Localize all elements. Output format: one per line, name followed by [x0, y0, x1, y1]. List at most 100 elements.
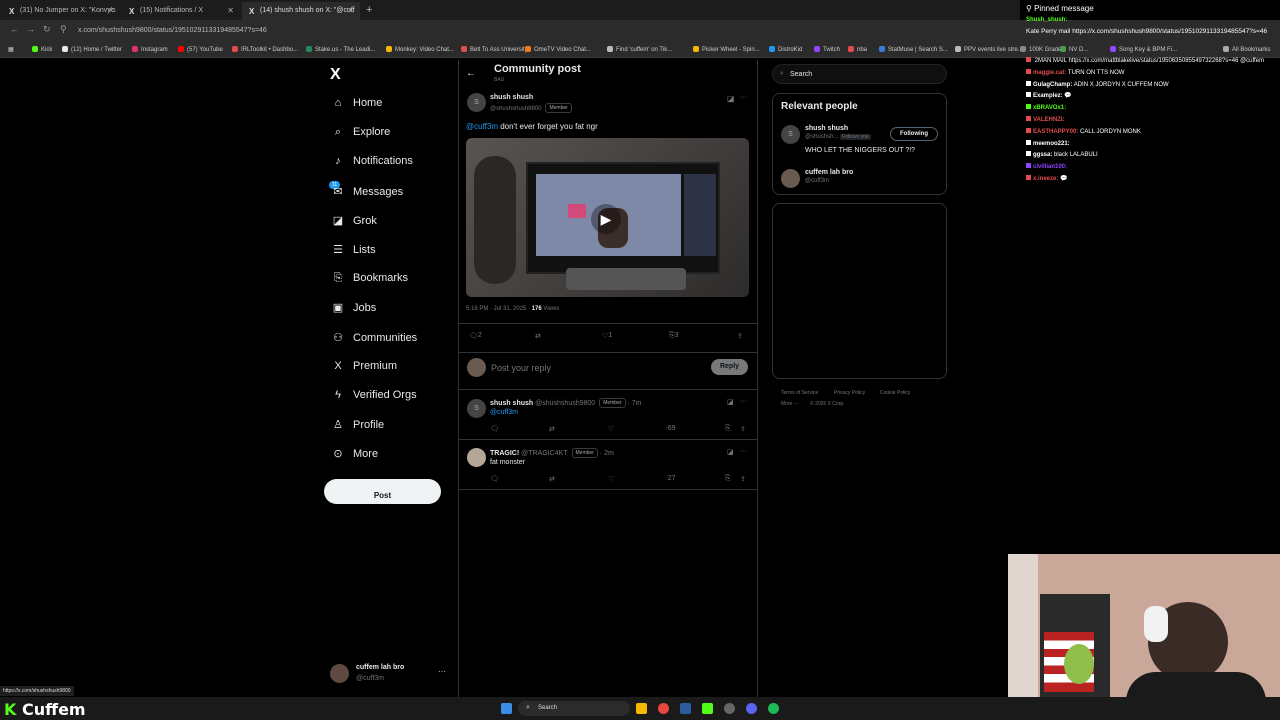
account-switcher[interactable]: cuffem lah bro @cuff3m ···: [330, 662, 450, 686]
footer-link[interactable]: Terms of Service: [781, 390, 818, 396]
avatar[interactable]: [781, 169, 800, 188]
footer-link[interactable]: Cookie Policy: [880, 390, 910, 396]
reply-icon[interactable]: 🗨︎: [490, 425, 499, 433]
bookmark-item[interactable]: nba: [848, 46, 867, 53]
reply-icon[interactable]: 🗨︎ 2: [469, 332, 482, 340]
views-icon[interactable]: ⫶ 27: [666, 475, 676, 483]
author-name[interactable]: TRAGIC!: [490, 450, 519, 457]
forward-arrow-icon[interactable]: →: [26, 24, 35, 34]
obs-icon[interactable]: [724, 703, 735, 714]
nav-item-home[interactable]: ⌂ Home: [330, 97, 383, 119]
steam-icon[interactable]: [680, 703, 691, 714]
bookmark-icon[interactable]: ⎘ 3: [669, 332, 679, 340]
nav-item-notifications[interactable]: ♪ Notifications: [330, 155, 413, 177]
person-info[interactable]: shush shush @shushsh... Follows you: [805, 125, 871, 140]
more-dots-icon[interactable]: ···: [740, 448, 747, 455]
mention-link[interactable]: @cuff3m: [466, 122, 498, 131]
nav-item-jobs[interactable]: ▣ Jobs: [330, 301, 376, 323]
bookmark-item[interactable]: Belt To Ass University: [461, 46, 528, 53]
avatar[interactable]: S: [467, 399, 486, 418]
more-dots-icon[interactable]: ···: [438, 667, 446, 676]
avatar[interactable]: S: [781, 125, 800, 144]
nav-item-more[interactable]: ⊙ More: [330, 447, 378, 469]
nav-item-grok[interactable]: ◪ Grok: [330, 214, 377, 236]
close-icon[interactable]: ✕: [107, 6, 114, 15]
author-name[interactable]: shush shush: [490, 400, 533, 407]
spotify-icon[interactable]: [768, 703, 779, 714]
avatar[interactable]: [467, 448, 486, 467]
share-icon[interactable]: ⇪: [740, 425, 746, 433]
play-icon[interactable]: ▶: [591, 204, 621, 234]
footer-link[interactable]: Privacy Policy: [834, 390, 865, 396]
share-icon[interactable]: ⇪: [737, 332, 743, 340]
discord-icon[interactable]: [746, 703, 757, 714]
person-info[interactable]: cuffem lah bro @cuff3m: [805, 169, 853, 184]
nav-item-profile[interactable]: ♙ Profile: [330, 418, 384, 440]
bookmark-item[interactable]: PPV events live stre...: [955, 46, 1023, 53]
app-icon[interactable]: [702, 703, 713, 714]
video-player[interactable]: ▶: [466, 138, 749, 297]
bookmark-item[interactable]: StatMuse | Search S...: [879, 46, 948, 53]
nav-item-explore[interactable]: ⌕ Explore: [330, 126, 390, 148]
grok-icon[interactable]: ◪: [727, 94, 735, 103]
post-button[interactable]: Post: [324, 479, 441, 504]
bookmark-item[interactable]: (12) Home / Twitter: [62, 46, 122, 53]
close-icon[interactable]: ✕: [227, 6, 234, 15]
bookmark-item[interactable]: IRLToolkit • Dashbo...: [232, 46, 298, 53]
bookmark-icon[interactable]: ⎘: [725, 475, 731, 483]
bookmark-item[interactable]: (57) YouTube: [178, 46, 223, 53]
bookmark-item[interactable]: Kick: [32, 46, 52, 53]
reload-icon[interactable]: ↻: [43, 24, 51, 35]
windows-start-icon[interactable]: [501, 703, 512, 714]
back-arrow-icon[interactable]: ←: [10, 24, 19, 34]
apps-grid-icon[interactable]: ▦: [8, 46, 14, 53]
avatar[interactable]: S: [467, 93, 486, 112]
mention-link[interactable]: @cuff3m: [490, 409, 518, 416]
taskbar-search[interactable]: ⌕ Search: [518, 701, 630, 716]
like-icon[interactable]: ♡: [608, 475, 614, 483]
nav-item-communities[interactable]: ⚇ Communities: [330, 331, 417, 353]
post-author[interactable]: shush shush @shushshush9800 Member: [490, 94, 572, 113]
views-icon[interactable]: ⫶ 69: [666, 425, 676, 433]
back-arrow-icon[interactable]: ←: [466, 68, 476, 79]
footer-link[interactable]: More ···: [781, 401, 799, 407]
reply-button[interactable]: Reply: [711, 359, 748, 375]
like-icon[interactable]: ♡: [608, 425, 614, 433]
search-input[interactable]: ⌕ Search: [772, 64, 947, 84]
close-icon[interactable]: ✕: [347, 6, 354, 15]
x-logo-icon[interactable]: X: [330, 66, 341, 84]
like-icon[interactable]: ♡ 1: [602, 332, 612, 340]
repost-icon[interactable]: ⇄: [549, 425, 555, 433]
browser-tab[interactable]: X (31) No Jumper on X: "Konvy's ✕: [2, 2, 120, 20]
bookmark-item[interactable]: Monkey: Video Chat...: [386, 46, 454, 53]
reply-input[interactable]: [491, 361, 691, 374]
bookmark-item[interactable]: DistroKid: [769, 46, 802, 53]
url-field[interactable]: x.com/shushshush9800/status/195102911331…: [72, 23, 1022, 39]
nav-item-messages[interactable]: ✉ Messages: [330, 185, 403, 207]
following-button[interactable]: Following: [890, 127, 938, 141]
bookmark-item[interactable]: OmeTV Video Chat...: [525, 46, 591, 53]
new-tab-button[interactable]: +: [366, 4, 372, 16]
reply-icon[interactable]: 🗨︎: [490, 475, 499, 483]
nav-item-verified-orgs[interactable]: ϟ Verified Orgs: [330, 389, 417, 411]
share-icon[interactable]: ⇪: [740, 475, 746, 483]
file-explorer-icon[interactable]: [636, 703, 647, 714]
grok-icon[interactable]: ◪: [727, 448, 734, 456]
browser-tab-active[interactable]: X (14) shush shush on X: "@cuff ✕: [242, 2, 360, 20]
more-dots-icon[interactable]: ···: [740, 94, 747, 101]
grok-icon[interactable]: ◪: [727, 398, 734, 406]
bookmark-item[interactable]: Twitch: [814, 46, 840, 53]
repost-icon[interactable]: ⇄: [549, 475, 555, 483]
repost-icon[interactable]: ⇄: [535, 332, 541, 340]
bookmark-icon[interactable]: ⎘: [725, 425, 731, 433]
chrome-icon[interactable]: [658, 703, 669, 714]
bookmark-item[interactable]: Picker Wheel - Spin...: [693, 46, 760, 53]
nav-item-lists[interactable]: ☰ Lists: [330, 243, 376, 265]
more-dots-icon[interactable]: ···: [740, 398, 747, 405]
bookmark-item[interactable]: Find 'cuffem' on Tik...: [607, 46, 672, 53]
bookmark-item[interactable]: Stake.us - The Leadi...: [306, 46, 375, 53]
bookmark-item[interactable]: Instagram: [132, 46, 168, 53]
browser-tab[interactable]: X (15) Notifications / X ✕: [122, 2, 240, 20]
nav-item-bookmarks[interactable]: ⎘ Bookmarks: [330, 272, 408, 294]
nav-item-premium[interactable]: X Premium: [330, 360, 397, 382]
